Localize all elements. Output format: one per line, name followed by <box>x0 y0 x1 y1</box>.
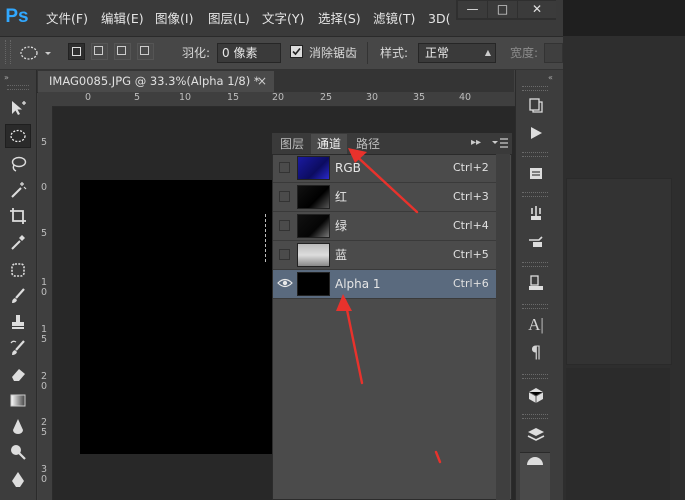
annotation-arrowhead <box>348 148 367 163</box>
annotation-arrowhead <box>336 294 352 311</box>
annotation-arrow-lower <box>434 450 442 464</box>
annotation-arrow-channels-tab <box>350 150 419 214</box>
annotation-arrow-alpha-channel <box>343 298 364 385</box>
annotation-arrows <box>336 148 442 464</box>
